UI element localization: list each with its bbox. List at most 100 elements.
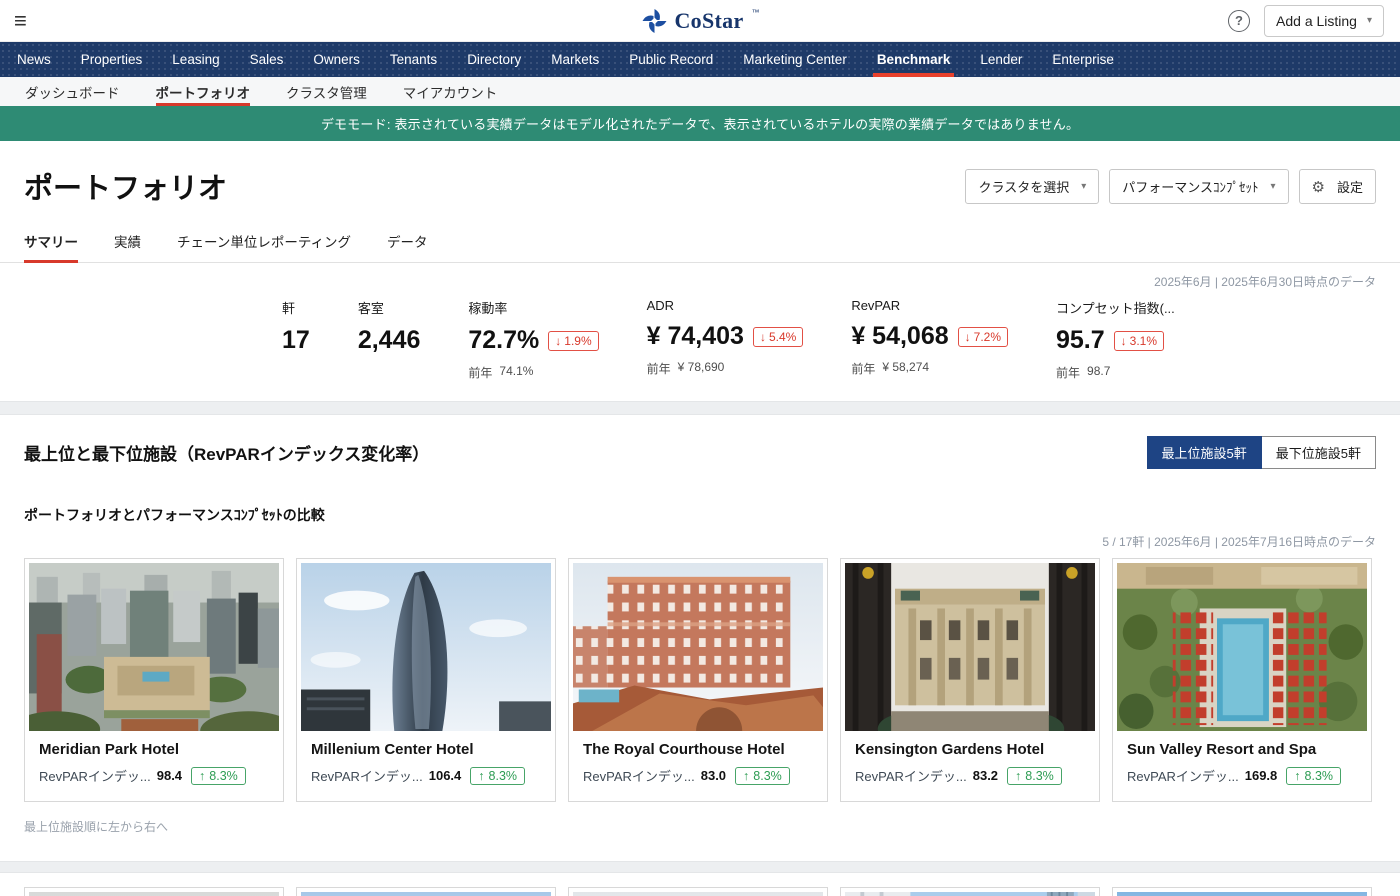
top-bar: ≡ CoStar ™ ? Add a Listing ▾ <box>0 0 1400 42</box>
kpi-value: 72.7% <box>468 326 539 355</box>
subnav-item-my-account[interactable]: マイアカウント <box>403 77 498 106</box>
toggle-bottom5-button[interactable]: 最下位施設5軒 <box>1262 436 1376 469</box>
arrow-down-icon: ↓ <box>555 334 561 348</box>
subnav-item-cluster-management[interactable]: クラスタ管理 <box>286 77 367 106</box>
hotel-card-millenium-center[interactable]: Millenium Center Hotel RevPARインデッ... 106… <box>296 558 556 802</box>
section-title: 最上位と最下位施設（RevPARインデックス変化率） <box>24 440 429 465</box>
nav-item-enterprise[interactable]: Enterprise <box>1037 42 1129 77</box>
change-badge: ↑ 8.3% <box>735 767 790 785</box>
hotel-photo <box>301 892 551 896</box>
add-a-listing-label: Add a Listing <box>1276 13 1357 29</box>
hamburger-menu-icon[interactable]: ≡ <box>14 10 27 32</box>
toggle-top5-button[interactable]: 最上位施設5軒 <box>1147 436 1262 469</box>
hotel-card-kensington-gardens[interactable]: Kensington Gardens Hotel RevPARインデッ... 8… <box>840 558 1100 802</box>
hotel-photo <box>301 563 551 731</box>
costar-logo[interactable]: CoStar ™ <box>641 8 758 34</box>
hotel-card-partial[interactable] <box>296 887 556 896</box>
cluster-select-dropdown[interactable]: クラスタを選択 ▾ <box>965 169 1099 204</box>
kpi-label: コンプセット指数(... <box>1056 298 1175 317</box>
hotel-card-partial[interactable] <box>1112 887 1372 896</box>
metric-label: RevPARインデッ... <box>311 766 423 785</box>
change-value: 1.9% <box>564 334 591 348</box>
kpi-label: 軒 <box>282 298 310 317</box>
change-value: 5.4% <box>769 330 796 344</box>
hotel-photo <box>573 892 823 896</box>
kpi-label: ADR <box>647 298 804 313</box>
add-a-listing-button[interactable]: Add a Listing ▾ <box>1264 5 1384 37</box>
tab-chain-reporting[interactable]: チェーン単位レポーティング <box>177 231 351 262</box>
hotel-card-partial[interactable] <box>840 887 1100 896</box>
logo-text: CoStar <box>674 8 743 34</box>
change-value: 8.3% <box>489 769 518 783</box>
hotel-name: Millenium Center Hotel <box>311 741 541 758</box>
kpi-value: 95.7 <box>1056 326 1105 355</box>
hotel-card-meridian-park[interactable]: Meridian Park Hotel RevPARインデッ... 98.4 ↑… <box>24 558 284 802</box>
settings-label: 設定 <box>1337 177 1363 196</box>
caret-down-icon: ▾ <box>1271 181 1276 192</box>
nav-item-owners[interactable]: Owners <box>298 42 375 77</box>
hotel-card-partial[interactable] <box>24 887 284 896</box>
top-bottom-properties-section: 最上位と最下位施設（RevPARインデックス変化率） 最上位施設5軒 最下位施設… <box>0 415 1400 835</box>
hotel-photo <box>1117 892 1367 896</box>
hotel-card-partial[interactable] <box>568 887 828 896</box>
compset-select-dropdown[interactable]: パフォーマンスｺﾝﾌﾟｾｯﾄ ▾ <box>1109 169 1288 204</box>
nav-item-lender[interactable]: Lender <box>965 42 1037 77</box>
hotel-card-royal-courthouse[interactable]: The Royal Courthouse Hotel RevPARインデッ...… <box>568 558 828 802</box>
hotel-photo <box>29 892 279 896</box>
kpi-value: ¥ 74,403 <box>647 322 744 351</box>
nav-item-markets[interactable]: Markets <box>536 42 614 77</box>
comparison-subtitle: ポートフォリオとパフォーマンスｺﾝﾌﾟｾｯﾄの比較 <box>24 505 1376 525</box>
hotel-name: Sun Valley Resort and Spa <box>1127 741 1357 758</box>
nav-item-sales[interactable]: Sales <box>235 42 299 77</box>
nav-item-public-record[interactable]: Public Record <box>614 42 728 77</box>
secondary-nav: ダッシュボード ポートフォリオ クラスタ管理 マイアカウント <box>0 77 1400 106</box>
subnav-item-dashboard[interactable]: ダッシュボード <box>25 77 120 106</box>
change-value: 7.2% <box>974 330 1001 344</box>
change-badge: ↓ 7.2% <box>958 327 1008 347</box>
kpi-value: ¥ 54,068 <box>851 322 948 351</box>
summary-tabs: サマリー 実績 チェーン単位レポーティング データ <box>0 231 1400 263</box>
nav-item-properties[interactable]: Properties <box>66 42 158 77</box>
nav-item-directory[interactable]: Directory <box>452 42 536 77</box>
hotel-photo <box>845 892 1095 896</box>
nav-item-marketing-center[interactable]: Marketing Center <box>728 42 862 77</box>
arrow-down-icon: ↓ <box>760 330 766 344</box>
nav-item-benchmark[interactable]: Benchmark <box>862 42 966 77</box>
hotel-photo <box>845 563 1095 731</box>
arrow-up-icon: ↑ <box>478 769 484 783</box>
metric-label: RevPARインデッ... <box>855 766 967 785</box>
settings-button[interactable]: ⚙ 設定 <box>1299 169 1376 204</box>
kpi-value: 2,446 <box>358 326 421 355</box>
nav-item-news[interactable]: News <box>2 42 66 77</box>
kpi-label: 稼動率 <box>468 298 598 317</box>
prev-label: 前年 <box>851 360 875 377</box>
metric-label: RevPARインデッ... <box>39 766 151 785</box>
subnav-item-portfolio[interactable]: ポートフォリオ <box>156 77 251 106</box>
cluster-select-label: クラスタを選択 <box>978 177 1069 196</box>
hotel-photo <box>573 563 823 731</box>
help-icon[interactable]: ? <box>1228 10 1250 32</box>
prev-value: ¥ 78,690 <box>678 360 725 377</box>
change-badge: ↑ 8.3% <box>191 767 246 785</box>
kpi-compset-index: コンプセット指数(... 95.7 ↓ 3.1% 前年98.7 <box>1056 298 1175 381</box>
caret-down-icon: ▾ <box>1081 181 1086 192</box>
metric-label: RevPARインデッ... <box>583 766 695 785</box>
tab-performance[interactable]: 実績 <box>114 231 141 262</box>
arrow-down-icon: ↓ <box>965 330 971 344</box>
section-divider <box>0 401 1400 415</box>
nav-item-tenants[interactable]: Tenants <box>375 42 452 77</box>
prev-label: 前年 <box>1056 364 1080 381</box>
section-divider <box>0 861 1400 873</box>
tab-data[interactable]: データ <box>387 231 428 262</box>
change-badge: ↓ 5.4% <box>753 327 803 347</box>
metric-value: 106.4 <box>429 768 462 783</box>
demo-mode-banner: デモモード: 表示されている実績データはモデル化されたデータで、表示されているホ… <box>0 106 1400 141</box>
kpi-occupancy: 稼動率 72.7% ↓ 1.9% 前年74.1% <box>468 298 598 381</box>
hotel-card-sun-valley[interactable]: Sun Valley Resort and Spa RevPARインデッ... … <box>1112 558 1372 802</box>
prev-value: 98.7 <box>1087 364 1110 381</box>
tab-summary[interactable]: サマリー <box>24 231 78 262</box>
nav-item-leasing[interactable]: Leasing <box>157 42 234 77</box>
kpi-adr: ADR ¥ 74,403 ↓ 5.4% 前年¥ 78,690 <box>647 298 804 381</box>
hotel-photo <box>1117 563 1367 731</box>
change-value: 8.3% <box>753 769 782 783</box>
